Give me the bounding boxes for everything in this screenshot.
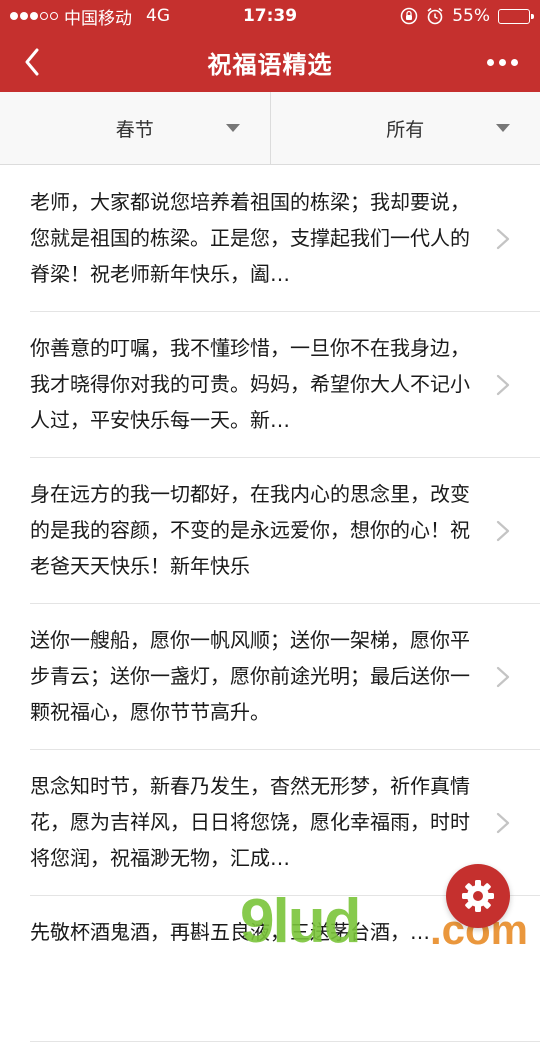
chevron-right-icon — [496, 666, 510, 688]
more-dot-icon — [511, 59, 518, 66]
page-title: 祝福语精选 — [208, 45, 333, 80]
signal-icon — [10, 12, 58, 20]
audience-filter-dropdown[interactable]: 所有 — [270, 92, 540, 164]
status-bar: 中国移动 4G 17:39 55% — [0, 0, 540, 32]
caret-down-icon — [496, 124, 510, 132]
greeting-text: 你善意的叮嘱，我不懂珍惜，一旦你不在我身边，我才晓得你对我的可贵。妈妈，希望你大… — [30, 330, 470, 438]
festival-filter-label: 春节 — [116, 115, 154, 142]
caret-down-icon — [226, 124, 240, 132]
greeting-text: 身在远方的我一切都好，在我内心的思念里，改变的是我的容颜，不变的是永远爱你，想你… — [30, 476, 470, 584]
alarm-icon — [426, 7, 444, 25]
back-button[interactable] — [10, 40, 54, 84]
more-dot-icon — [499, 59, 506, 66]
list-item[interactable]: 你善意的叮嘱，我不懂珍惜，一旦你不在我身边，我才晓得你对我的可贵。妈妈，希望你大… — [0, 312, 540, 458]
festival-filter-dropdown[interactable]: 春节 — [0, 92, 270, 164]
chevron-left-icon — [24, 48, 40, 76]
settings-button[interactable] — [446, 864, 510, 928]
list-item[interactable]: 老师，大家都说您培养着祖国的栋梁；我却要说，您就是祖国的栋梁。正是您，支撑起我们… — [0, 166, 540, 312]
greeting-text: 思念知时节，新春乃发生，杳然无形梦，祈作真情花，愿为吉祥风，日日将您饶，愿化幸福… — [30, 768, 470, 876]
chevron-right-icon — [496, 520, 510, 542]
status-left: 中国移动 4G — [10, 4, 210, 29]
battery-percent: 55% — [452, 6, 490, 26]
filter-bar: 春节 所有 — [0, 92, 540, 165]
chevron-right-icon — [496, 228, 510, 250]
status-right: 55% — [400, 6, 530, 26]
nav-bar: 祝福语精选 — [0, 32, 540, 92]
more-button[interactable] — [480, 40, 524, 84]
greeting-text: 先敬杯酒鬼酒，再斟五良液，三送茅台酒，… — [30, 914, 470, 950]
carrier-label: 中国移动 — [64, 4, 132, 29]
audience-filter-label: 所有 — [386, 115, 424, 142]
greeting-text: 送你一艘船，愿你一帆风顺；送你一架梯，愿你平步青云；送你一盏灯，愿你前途光明；最… — [30, 622, 470, 730]
chevron-right-icon — [496, 812, 510, 834]
chevron-right-icon — [496, 374, 510, 396]
gear-icon — [460, 878, 496, 914]
greeting-text: 老师，大家都说您培养着祖国的栋梁；我却要说，您就是祖国的栋梁。正是您，支撑起我们… — [30, 184, 470, 292]
list-item[interactable]: 身在远方的我一切都好，在我内心的思念里，改变的是我的容颜，不变的是永远爱你，想你… — [0, 458, 540, 604]
orientation-lock-icon — [400, 7, 418, 25]
list-item[interactable]: 送你一艘船，愿你一帆风顺；送你一架梯，愿你平步青云；送你一盏灯，愿你前途光明；最… — [0, 604, 540, 750]
battery-icon — [498, 9, 530, 24]
network-label: 4G — [146, 6, 170, 26]
more-dot-icon — [487, 59, 494, 66]
